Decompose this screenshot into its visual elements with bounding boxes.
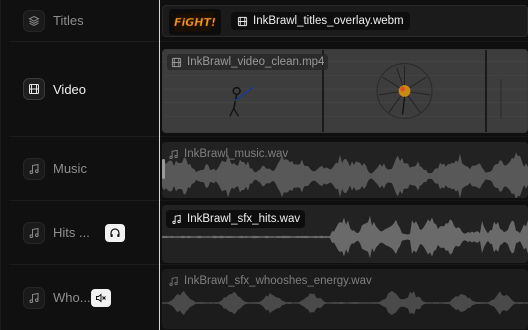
clip-filename-titles: InkBrawl_titles_overlay.webm	[253, 15, 404, 27]
solo-toggle-button[interactable]	[105, 223, 125, 242]
logo-text: FiGHT!	[174, 16, 216, 29]
clip-label-titles: InkBrawl_titles_overlay.webm	[231, 12, 410, 30]
track-header-video[interactable]: Video	[9, 42, 161, 137]
clip-video[interactable]: InkBrawl_video_clean.mp4	[162, 49, 528, 133]
mute-toggle-button[interactable]	[91, 288, 111, 307]
timeline-area: FiGHT! InkBrawl_titles_overlay.webm InkB…	[160, 0, 528, 330]
speaker-muted-icon	[96, 292, 106, 303]
lane-video: InkBrawl_video_clean.mp4	[160, 42, 528, 137]
lane-whooshes: InkBrawl_sfx_whooshes_energy.wav	[160, 265, 528, 330]
lane-music: InkBrawl_music.wav	[160, 137, 528, 201]
track-label-hits: Hits ...	[53, 225, 90, 240]
track-header-music[interactable]: Music	[9, 137, 161, 201]
playhead-line[interactable]	[159, 0, 160, 330]
waveform-hits	[162, 215, 528, 259]
music-note-icon	[23, 286, 45, 309]
title-logo-thumbnail: FiGHT!	[169, 9, 221, 35]
clip-hits[interactable]: InkBrawl_sfx_hits.wav	[162, 205, 528, 263]
track-header-titles[interactable]: Titles	[9, 0, 161, 42]
clip-trim-handle[interactable]	[162, 159, 165, 179]
music-note-icon	[23, 157, 45, 180]
video-thumbnail	[324, 50, 488, 132]
headphones-icon	[110, 227, 120, 237]
clip-label-video: InkBrawl_video_clean.mp4	[167, 54, 329, 70]
clip-filename-video: InkBrawl_video_clean.mp4	[187, 56, 325, 68]
lane-titles: FiGHT! InkBrawl_titles_overlay.webm	[160, 0, 528, 42]
clip-music[interactable]: InkBrawl_music.wav	[162, 142, 528, 198]
waveform-whooshes	[162, 290, 528, 316]
track-header-hits[interactable]: Hits ...	[9, 201, 161, 265]
film-icon	[237, 16, 248, 26]
video-thumbnail	[487, 50, 527, 132]
clip-whooshes[interactable]: InkBrawl_sfx_whooshes_energy.wav	[162, 269, 528, 329]
track-label-whooshes: Who...	[53, 290, 91, 305]
film-icon	[171, 57, 182, 67]
layers-icon	[23, 9, 45, 32]
track-label-video: Video	[53, 81, 87, 97]
track-header-whooshes[interactable]: Who...	[9, 265, 161, 330]
waveform-music	[162, 152, 528, 198]
music-note-icon	[23, 221, 45, 244]
track-header-panel: Titles Video Music Hits ... Who...	[0, 0, 161, 330]
track-label-titles: Titles	[53, 13, 84, 28]
film-icon	[23, 78, 45, 100]
clip-titles[interactable]: FiGHT! InkBrawl_titles_overlay.webm	[162, 5, 528, 37]
track-label-music: Music	[53, 161, 87, 176]
lane-hits: InkBrawl_sfx_hits.wav	[160, 201, 528, 265]
